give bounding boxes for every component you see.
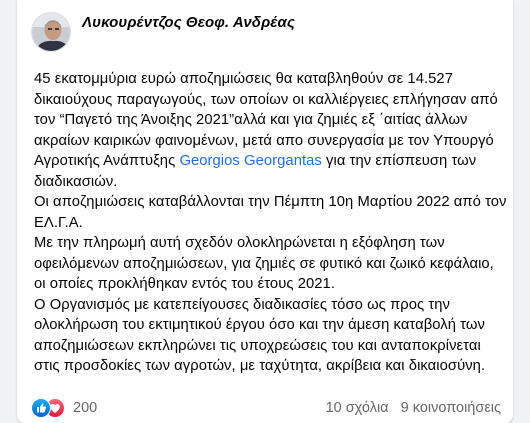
author-name[interactable]: Λυκουρέντζος Θεοφ. Ανδρέας xyxy=(82,14,295,31)
mention-link[interactable]: Georgios Georgantas xyxy=(179,153,321,169)
comments-count[interactable]: 10 σχόλια xyxy=(326,400,389,416)
reaction-count[interactable]: 200 xyxy=(73,400,97,416)
like-icon xyxy=(31,398,51,418)
author-avatar[interactable] xyxy=(31,12,71,52)
post-footer: 200 10 σχόλια 9 κοινοποιήσεις xyxy=(31,398,501,418)
post-paragraph-4: Ο Οργανισμός με κατεπείγουσες διαδικασίε… xyxy=(34,296,486,375)
post-card: Λυκουρέντζος Θεοφ. Ανδρέας 45 εκατομμύρι… xyxy=(17,0,513,423)
post-body: 45 εκατομμύρια ευρώ αποζημιώσεις θα κατα… xyxy=(34,69,509,377)
post-paragraph-2: Οι αποζημιώσεις καταβάλλονται την Πέμπτη… xyxy=(34,194,507,231)
shares-count[interactable]: 9 κοινοποιήσεις xyxy=(401,400,501,416)
post-stats: 10 σχόλια 9 κοινοποιήσεις xyxy=(326,400,501,416)
avatar-photo xyxy=(32,13,70,51)
post-paragraph-3: Με την πληρωμή αυτή σχεδόν ολοκληρώνεται… xyxy=(34,235,494,292)
post-paragraph-1: 45 εκατομμύρια ευρώ αποζημιώσεις θα κατα… xyxy=(34,69,509,192)
